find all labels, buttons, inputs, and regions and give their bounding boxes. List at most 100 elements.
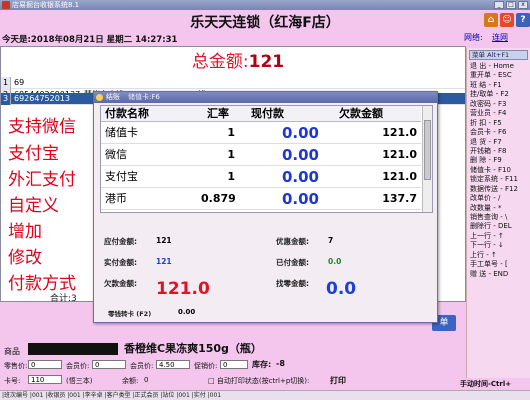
total-amount-label: 总金额: <box>191 52 249 72</box>
payment-row-alipay[interactable]: 支付宝 1 0.00 121.0 <box>101 166 421 188</box>
discount-value: 7 <box>328 236 334 245</box>
cmd-exit[interactable]: 退 出 - Home <box>467 62 530 71</box>
wholesale-price-field[interactable]: 4.50 <box>156 360 190 369</box>
pay-cash-input[interactable]: 0.00 <box>251 188 319 210</box>
cmd-salesperson[interactable]: 营业员 - F4 <box>467 109 530 118</box>
total-amount-value: 121 <box>248 52 285 72</box>
owed-label: 欠款金额: <box>104 279 137 288</box>
annotation-line: 增加 <box>8 222 42 242</box>
pay-owed: 137.7 <box>382 192 417 205</box>
pay-rate: 1 <box>227 148 235 161</box>
cmd-member-card[interactable]: 会员卡 - F6 <box>467 128 530 137</box>
row-code: 69264752013 <box>14 94 70 103</box>
cmd-return[interactable]: 退 货 - F7 <box>467 138 530 147</box>
pay-cash-input[interactable]: 0.00 <box>251 122 319 144</box>
store-name: 乐天天连锁（红海F店） <box>190 15 340 31</box>
pay-cash-input[interactable]: 0.00 <box>251 166 319 188</box>
auto-print-checkbox[interactable]: □ 自动打印状态(按ctrl+p切换): <box>208 376 309 386</box>
payment-row-wechat[interactable]: 微信 1 0.00 121.0 <box>101 144 421 166</box>
scrollbar-thumb[interactable] <box>424 120 431 180</box>
cmd-next-row[interactable]: 下一行 - ↓ <box>467 241 530 250</box>
header-cash: 现付款 <box>251 107 284 120</box>
manual-time-hint[interactable]: 手动时间-Ctrl+ <box>460 379 511 389</box>
retail-price-label: 零售价: <box>4 362 28 370</box>
header-owed: 欠款金额 <box>339 107 383 120</box>
cmd-reopen[interactable]: 重开单 - ESC <box>467 71 530 80</box>
payment-row-stored-card[interactable]: 储值卡 1 0.00 121.0 <box>101 122 421 144</box>
row-number: 1 <box>1 77 11 89</box>
cmd-shift-end[interactable]: 班 结 - F1 <box>467 81 530 90</box>
stock-label: 库存: <box>252 360 272 369</box>
cmd-change-password[interactable]: 改密码 - F3 <box>467 100 530 109</box>
pay-name: 支付宝 <box>105 170 138 183</box>
payable-label: 应付金额: <box>104 237 137 246</box>
user-icon[interactable]: ☺ <box>500 13 514 27</box>
status-bar: |班次编号 |001 |收银员 |001 |李辛卓 |客户类型 |正式会员 |站… <box>0 390 530 400</box>
cmd-change-qty[interactable]: 改数量 - * <box>467 204 530 213</box>
home-icon[interactable]: ⌂ <box>484 13 498 27</box>
pay-cash-input[interactable]: 0.00 <box>251 144 319 166</box>
already-paid-label: 已付金额: <box>276 258 309 267</box>
cmd-delete[interactable]: 删 除 - F9 <box>467 156 530 165</box>
cmd-lock[interactable]: 锁定系统 - F11 <box>467 175 530 184</box>
balance-value: 0 <box>144 376 149 384</box>
cmd-hold[interactable]: 挂/取单 - F2 <box>467 90 530 99</box>
app-icon <box>2 1 10 9</box>
help-icon[interactable]: ? <box>516 13 530 27</box>
checkout-icon <box>96 94 103 101</box>
dialog-title: 结账 <box>106 93 120 101</box>
cmd-sales-query[interactable]: 销售查询 - \ <box>467 213 530 222</box>
cmd-gift[interactable]: 赠 送 - END <box>467 270 530 279</box>
pay-owed: 121.0 <box>382 148 417 161</box>
cmd-discount[interactable]: 折 扣 - F5 <box>467 119 530 128</box>
total-amount-banner: 总金额:121 <box>12 48 464 76</box>
payment-row-hkd[interactable]: 港币 0.879 0.00 137.7 <box>101 188 421 210</box>
annotation-line: 自定义 <box>8 196 59 216</box>
annotation-line: 修改 <box>8 248 42 268</box>
window-title: 店易掘台收银系统8.1 <box>12 1 80 9</box>
member-price-field[interactable]: 0 <box>92 360 126 369</box>
annotation-line: 外汇支付 <box>8 170 76 190</box>
payment-table-scrollbar[interactable] <box>422 106 432 212</box>
promo-price-field[interactable]: 0 <box>220 360 248 369</box>
pay-owed: 121.0 <box>382 170 417 183</box>
product-label: 商品 <box>4 347 20 356</box>
already-paid-value: 0.0 <box>328 257 342 266</box>
payment-table-header: 付款名称 汇率 现付款 欠款金额 <box>101 106 421 122</box>
table-row[interactable]: 1 69 <box>1 77 465 89</box>
paid-value: 121 <box>156 257 172 266</box>
dialog-shortcut: 储值卡:F6 <box>128 93 160 101</box>
cmd-up-row[interactable]: 上行 - ↑ <box>467 251 530 260</box>
cmd-prev-row[interactable]: 上一行 - ↑ <box>467 232 530 241</box>
change-to-card-label[interactable]: 零钱转卡 (F2) <box>108 308 151 318</box>
retail-price-field[interactable]: 0 <box>28 360 62 369</box>
member-price-label: 会员价: <box>66 362 90 370</box>
pay-name: 港币 <box>105 192 127 205</box>
cmd-data-transfer[interactable]: 数据传送 - F12 <box>467 185 530 194</box>
cmd-delete-row[interactable]: 删除行 - DEL <box>467 222 530 231</box>
network-label: 网络: <box>464 33 483 42</box>
barcode-input[interactable] <box>28 343 118 355</box>
card-number-field[interactable]: 110 <box>28 375 62 384</box>
member-tier: (悟三本) <box>66 377 93 385</box>
owed-value: 121.0 <box>156 279 210 299</box>
cmd-open-drawer[interactable]: 开钱箱 - F8 <box>467 147 530 156</box>
minimize-button[interactable]: _ <box>494 1 504 9</box>
pay-name: 微信 <box>105 148 127 161</box>
cmd-manual-order[interactable]: 手工单号 - [ <box>467 260 530 269</box>
payable-value: 121 <box>156 236 172 245</box>
command-panel: 菜单 Alt+F1 退 出 - Home 重开单 - ESC 班 结 - F1 … <box>466 48 530 378</box>
window-titlebar: 店易掘台收银系统8.1 _ □ x <box>0 0 530 10</box>
cmd-stored-card[interactable]: 储值卡 - F10 <box>467 166 530 175</box>
network-status-link[interactable]: 连网 <box>492 32 508 43</box>
annotation-line: 支付宝 <box>8 144 59 164</box>
command-menu-header[interactable]: 菜单 Alt+F1 <box>469 50 528 60</box>
dialog-titlebar: 结账 储值卡:F6 <box>94 92 437 103</box>
row-number: 3 <box>1 93 11 105</box>
close-button[interactable]: x <box>518 1 528 9</box>
maximize-button[interactable]: □ <box>506 1 516 9</box>
annotation-line: 支持微信 <box>8 117 76 137</box>
promo-price-label: 促销价: <box>194 362 218 370</box>
cmd-change-price[interactable]: 改单价 - / <box>467 194 530 203</box>
card-number-label: 卡号: <box>4 377 21 385</box>
